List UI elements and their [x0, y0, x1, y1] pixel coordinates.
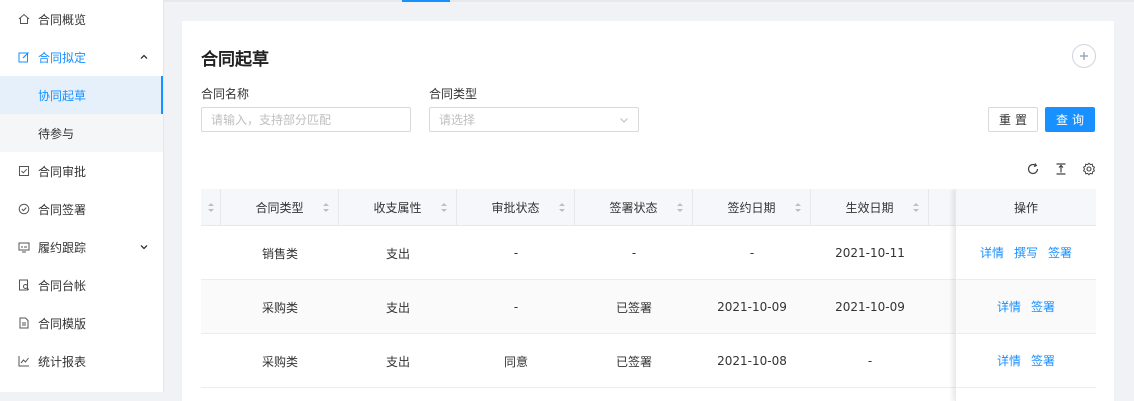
add-button[interactable] — [1072, 44, 1096, 68]
operations-row: 详情 签署 — [956, 334, 1096, 388]
sort-icon — [913, 203, 919, 212]
sidebar-subitem-label: 待参与 — [38, 126, 75, 141]
column-height-icon[interactable] — [1054, 162, 1068, 176]
sidebar-item-label: 履约跟踪 — [38, 240, 87, 255]
sidebar-subitem-pending[interactable]: 待参与 — [0, 114, 163, 152]
file-icon — [18, 317, 30, 329]
sort-icon — [441, 203, 447, 212]
sort-icon — [559, 203, 565, 212]
table-toolbar — [1026, 162, 1096, 176]
refresh-icon[interactable] — [1026, 162, 1040, 176]
detail-link[interactable]: 详情 — [997, 352, 1021, 369]
table-header-cell[interactable]: 签约日期 — [693, 189, 811, 226]
sort-icon — [208, 203, 214, 212]
check-square-icon — [18, 165, 30, 177]
table-cell: 2021-10-09 — [717, 300, 787, 314]
sort-icon — [323, 203, 329, 212]
contract-type-label: 合同类型 — [429, 87, 478, 101]
monitor-icon — [18, 241, 30, 253]
sidebar-subitem-label: 协同起草 — [38, 88, 87, 103]
contract-type-select[interactable]: 请选择 — [429, 107, 639, 132]
table-header-cell-clipped — [201, 189, 221, 226]
table-cell: - — [631, 246, 637, 260]
table-cell: 2021-10-09 — [835, 300, 905, 314]
chevron-down-icon — [620, 118, 628, 123]
table-cell: 采购类 — [261, 354, 298, 369]
settings-icon[interactable] — [1082, 162, 1096, 176]
sign-link[interactable]: 签署 — [1031, 352, 1055, 369]
contract-name-label: 合同名称 — [201, 87, 250, 101]
main-card: 合同起草 合同名称 合同类型 请选择 重置 查询 合同类型 收支属性 审批状态 — [182, 21, 1114, 401]
contract-type-placeholder: 请选择 — [439, 113, 476, 127]
table-cell: 销售类 — [261, 246, 298, 261]
sidebar-item-label: 合同台帐 — [38, 278, 87, 293]
table-cell: 2021-10-08 — [717, 354, 787, 368]
page-title: 合同起草 — [201, 50, 269, 70]
table-header-cell[interactable]: 合同类型 — [221, 189, 339, 226]
sidebar-item-label: 合同审批 — [38, 164, 87, 179]
sidebar: 合同概览 合同拟定 协同起草 待参与 合同审批 合同签署 履约跟踪 合同台帐 合… — [0, 0, 164, 392]
table-cell: 同意 — [503, 354, 528, 369]
sidebar-item-overview[interactable]: 合同概览 — [0, 0, 163, 38]
sign-link[interactable]: 签署 — [1031, 298, 1055, 315]
sidebar-item-label: 合同签署 — [38, 202, 87, 217]
query-button[interactable]: 查询 — [1045, 107, 1095, 132]
sidebar-item-signing[interactable]: 合同签署 — [0, 190, 163, 228]
operations-header: 操作 — [956, 189, 1096, 226]
operations-column: 操作 详情 撰写 签署 详情 签署 详情 签署 — [955, 189, 1096, 401]
ledger-icon — [18, 279, 30, 291]
chevron-up-icon — [140, 54, 148, 59]
sidebar-item-reports[interactable]: 统计报表 — [0, 342, 163, 380]
table-cell: 已签署 — [615, 300, 652, 315]
table-cell: - — [513, 300, 519, 314]
edit-icon — [18, 51, 30, 63]
sort-icon — [795, 203, 801, 212]
table-header-cell[interactable]: 生效日期 — [811, 189, 929, 226]
table-header-cell[interactable]: 审批状态 — [457, 189, 575, 226]
sidebar-item-tracking[interactable]: 履约跟踪 — [0, 228, 163, 266]
table-cell: 支出 — [385, 246, 410, 261]
detail-link[interactable]: 详情 — [980, 244, 1004, 261]
sidebar-item-label: 合同概览 — [38, 12, 87, 27]
reset-button[interactable]: 重置 — [988, 107, 1038, 132]
sidebar-item-approval[interactable]: 合同审批 — [0, 152, 163, 190]
sidebar-item-label: 合同模版 — [38, 316, 87, 331]
top-border — [164, 0, 1134, 2]
table-cell: - — [749, 246, 755, 260]
contract-table: 合同类型 收支属性 审批状态 签署状态 签约日期 生效日期 支出 销售类 - -… — [201, 189, 1096, 401]
write-link[interactable]: 撰写 — [1014, 244, 1038, 261]
sidebar-item-drafting[interactable]: 合同拟定 — [0, 38, 163, 76]
table-header-cell[interactable]: 收支属性 — [339, 189, 457, 226]
line-chart-icon — [18, 355, 30, 367]
contract-name-field[interactable] — [201, 107, 411, 132]
sign-link[interactable]: 签署 — [1048, 244, 1072, 261]
table-header-cell[interactable]: 签署状态 — [575, 189, 693, 226]
check-circle-icon — [18, 203, 30, 215]
sidebar-item-label: 统计报表 — [38, 354, 87, 369]
detail-link[interactable]: 详情 — [997, 298, 1021, 315]
table-cell: 已签署 — [615, 354, 652, 369]
chevron-down-icon — [140, 245, 148, 250]
operations-row: 详情 签署 — [956, 280, 1096, 334]
table-cell: 支出 — [385, 300, 410, 315]
plus-icon — [1080, 52, 1088, 60]
home-icon — [18, 13, 30, 25]
sidebar-subitem-collab-draft[interactable]: 协同起草 — [0, 76, 163, 114]
table-cell: - — [513, 246, 519, 260]
sidebar-item-label: 合同拟定 — [38, 50, 87, 65]
operations-row: 详情 撰写 签署 — [956, 226, 1096, 280]
table-cell: 支出 — [385, 354, 410, 369]
table-cell: 2021-10-11 — [835, 246, 905, 260]
sidebar-item-templates[interactable]: 合同模版 — [0, 304, 163, 342]
sidebar-item-ledger[interactable]: 合同台帐 — [0, 266, 163, 304]
table-cell: - — [867, 354, 873, 368]
contract-name-input[interactable] — [211, 112, 401, 127]
active-tab-indicator — [402, 0, 450, 2]
table-cell: 采购类 — [261, 300, 298, 315]
sort-icon — [677, 203, 683, 212]
